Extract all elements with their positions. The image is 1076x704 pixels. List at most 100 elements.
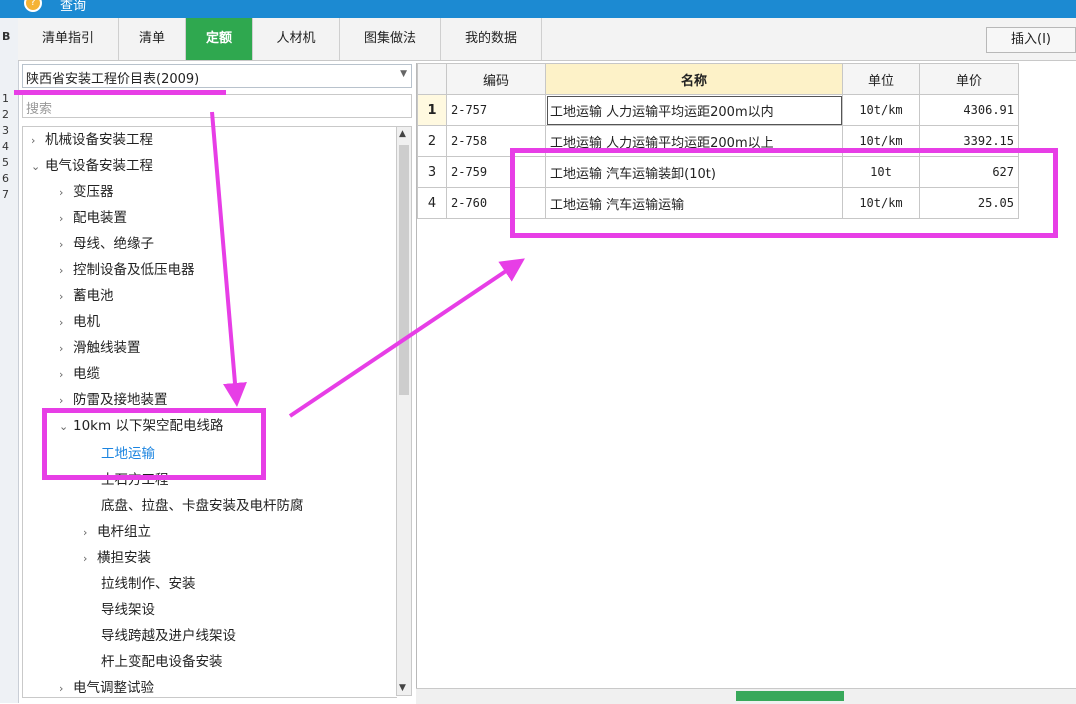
- table-row[interactable]: 1 2-757 工地运输 人力运输平均运距200m以内 10t/km 4306.…: [417, 94, 1019, 126]
- header-name[interactable]: 名称: [545, 63, 843, 95]
- cell-unit[interactable]: 10t: [842, 156, 920, 188]
- cell-name[interactable]: 工地运输 汽车运输装卸(10t): [545, 156, 843, 188]
- cell-name[interactable]: 工地运输 汽车运输运输: [545, 187, 843, 219]
- tree-node-label: 电气设备安装工程: [45, 158, 153, 174]
- header-code[interactable]: 编码: [446, 63, 546, 95]
- tree-node-cable[interactable]: › 电缆: [59, 361, 100, 387]
- cell-unit[interactable]: 10t/km: [842, 94, 920, 126]
- tree-node-trolley[interactable]: › 滑触线装置: [59, 335, 141, 361]
- header-unit[interactable]: 单位: [842, 63, 920, 95]
- tree-node-pole-mounted[interactable]: 杆上变配电设备安装: [101, 649, 223, 675]
- tree-node-label: 杆上变配电设备安装: [101, 654, 223, 670]
- search-input[interactable]: 搜索: [22, 94, 412, 118]
- tree-node-label: 控制设备及低压电器: [73, 262, 195, 278]
- scroll-down-icon[interactable]: ▼: [399, 683, 406, 693]
- window-title: 查询: [60, 0, 87, 14]
- cell-code[interactable]: 2-758: [446, 125, 546, 157]
- cell-code[interactable]: 2-760: [446, 187, 546, 219]
- chevron-right-icon[interactable]: ›: [59, 232, 73, 258]
- insert-button[interactable]: 插入(I): [986, 27, 1076, 53]
- tree-node-label: 10km 以下架空配电线路: [73, 418, 224, 434]
- library-select[interactable]: 陕西省安装工程价目表(2009) ▼: [22, 64, 412, 88]
- table-row[interactable]: 3 2-759 工地运输 汽车运输装卸(10t) 10t 627: [417, 156, 1019, 188]
- tree-node-site-transport[interactable]: 工地运输: [101, 441, 155, 467]
- app-logo-icon: ?: [24, 0, 42, 12]
- tree-node-label: 机械设备安装工程: [45, 132, 153, 148]
- tree-node-label: 工地运输: [101, 446, 155, 462]
- tree-node-crossarm[interactable]: › 横担安装: [83, 545, 151, 571]
- cell-unit[interactable]: 10t/km: [842, 187, 920, 219]
- tree-node-busbar[interactable]: › 母线、绝缘子: [59, 231, 154, 257]
- cell-price[interactable]: 627: [919, 156, 1019, 188]
- chevron-right-icon[interactable]: ›: [59, 362, 73, 388]
- cell-name[interactable]: 工地运输 人力运输平均运距200m以内: [545, 94, 843, 126]
- category-tab-bar: 清单指引 清单 定额 人材机 图集做法 我的数据 插入(I): [18, 18, 1076, 61]
- tab-atlas-method[interactable]: 图集做法: [340, 18, 441, 60]
- cell-price[interactable]: 3392.15: [919, 125, 1019, 157]
- chevron-right-icon[interactable]: ›: [59, 180, 73, 206]
- quota-table: 编码 名称 单位 单价 1 2-757 工地运输 人力运输平均运距200m以内 …: [417, 63, 1019, 219]
- chevron-right-icon[interactable]: ›: [59, 388, 73, 414]
- tree-node-battery[interactable]: › 蓄电池: [59, 283, 114, 309]
- tab-my-data[interactable]: 我的数据: [441, 18, 542, 60]
- cell-code[interactable]: 2-759: [446, 156, 546, 188]
- strip-label: 3: [2, 124, 9, 137]
- tree-node-testing[interactable]: › 电气调整试验: [59, 675, 154, 697]
- scroll-up-icon[interactable]: ▲: [399, 129, 406, 139]
- tree-node-guy-wire[interactable]: 拉线制作、安装: [101, 571, 196, 597]
- strip-label: B: [2, 30, 11, 43]
- tree-node-label: 蓄电池: [73, 288, 114, 304]
- tree-node-label: 土石方工程: [101, 472, 169, 488]
- row-number: 3: [417, 156, 447, 188]
- chevron-right-icon[interactable]: ›: [59, 336, 73, 362]
- chevron-right-icon[interactable]: ›: [59, 284, 73, 310]
- chevron-right-icon[interactable]: ›: [59, 310, 73, 336]
- strip-label: 6: [2, 172, 9, 185]
- tree-node-overhead-line[interactable]: ⌄ 10km 以下架空配电线路: [59, 413, 223, 439]
- chevron-down-icon[interactable]: ▼: [400, 69, 407, 79]
- tree-scrollbar[interactable]: ▲ ▼: [396, 126, 412, 696]
- chevron-down-icon[interactable]: ⌄: [31, 154, 45, 180]
- header-price[interactable]: 单价: [919, 63, 1019, 95]
- strip-label: 5: [2, 156, 9, 169]
- chevron-down-icon[interactable]: ⌄: [59, 414, 73, 440]
- cell-price[interactable]: 4306.91: [919, 94, 1019, 126]
- chevron-right-icon[interactable]: ›: [59, 206, 73, 232]
- tree-node-pole-erection[interactable]: › 电杆组立: [83, 519, 151, 545]
- tree-node-label: 电气调整试验: [73, 680, 154, 696]
- scrollbar-thumb[interactable]: [736, 691, 844, 701]
- chevron-right-icon[interactable]: ›: [31, 128, 45, 154]
- tree-node-distribution[interactable]: › 配电装置: [59, 205, 127, 231]
- tree-node-label: 电缆: [73, 366, 100, 382]
- tab-bill[interactable]: 清单: [119, 18, 186, 60]
- chevron-right-icon[interactable]: ›: [83, 546, 97, 572]
- tree-node-motor[interactable]: › 电机: [59, 309, 100, 335]
- tab-labor-material-machine[interactable]: 人材机: [253, 18, 340, 60]
- table-row[interactable]: 4 2-760 工地运输 汽车运输运输 10t/km 25.05: [417, 187, 1019, 219]
- cell-unit[interactable]: 10t/km: [842, 125, 920, 157]
- tree-node-chassis[interactable]: 底盘、拉盘、卡盘安装及电杆防腐: [101, 493, 304, 519]
- tree-node-lightning[interactable]: › 防雷及接地装置: [59, 387, 168, 413]
- chevron-right-icon[interactable]: ›: [83, 520, 97, 546]
- tree-node-conductor[interactable]: 导线架设: [101, 597, 155, 623]
- tree-node-transformer[interactable]: › 变压器: [59, 179, 114, 205]
- cell-code[interactable]: 2-757: [446, 94, 546, 126]
- chevron-right-icon[interactable]: ›: [59, 258, 73, 284]
- chevron-right-icon[interactable]: ›: [59, 676, 73, 697]
- table-horizontal-scrollbar[interactable]: [416, 688, 1076, 704]
- tree-node-electrical[interactable]: ⌄ 电气设备安装工程: [31, 153, 153, 179]
- tree-node-label: 滑触线装置: [73, 340, 141, 356]
- tree-node-control[interactable]: › 控制设备及低压电器: [59, 257, 195, 283]
- table-row[interactable]: 2 2-758 工地运输 人力运输平均运距200m以上 10t/km 3392.…: [417, 125, 1019, 157]
- tree-node-mechanical[interactable]: › 机械设备安装工程: [31, 127, 153, 153]
- tree-node-label: 底盘、拉盘、卡盘安装及电杆防腐: [101, 498, 304, 514]
- scrollbar-thumb[interactable]: [399, 145, 409, 395]
- tree-node-crossing[interactable]: 导线跨越及进户线架设: [101, 623, 236, 649]
- tab-bill-guide[interactable]: 清单指引: [18, 18, 119, 60]
- quota-tree: › 机械设备安装工程 ⌄ 电气设备安装工程 › 变压器 › 配电装置 › 母线、绝缘子 ›…: [22, 126, 397, 698]
- tree-node-earthwork[interactable]: 土石方工程: [101, 467, 169, 493]
- tab-quota[interactable]: 定额: [186, 18, 253, 60]
- tree-node-label: 拉线制作、安装: [101, 576, 196, 592]
- cell-price[interactable]: 25.05: [919, 187, 1019, 219]
- cell-name[interactable]: 工地运输 人力运输平均运距200m以上: [545, 125, 843, 157]
